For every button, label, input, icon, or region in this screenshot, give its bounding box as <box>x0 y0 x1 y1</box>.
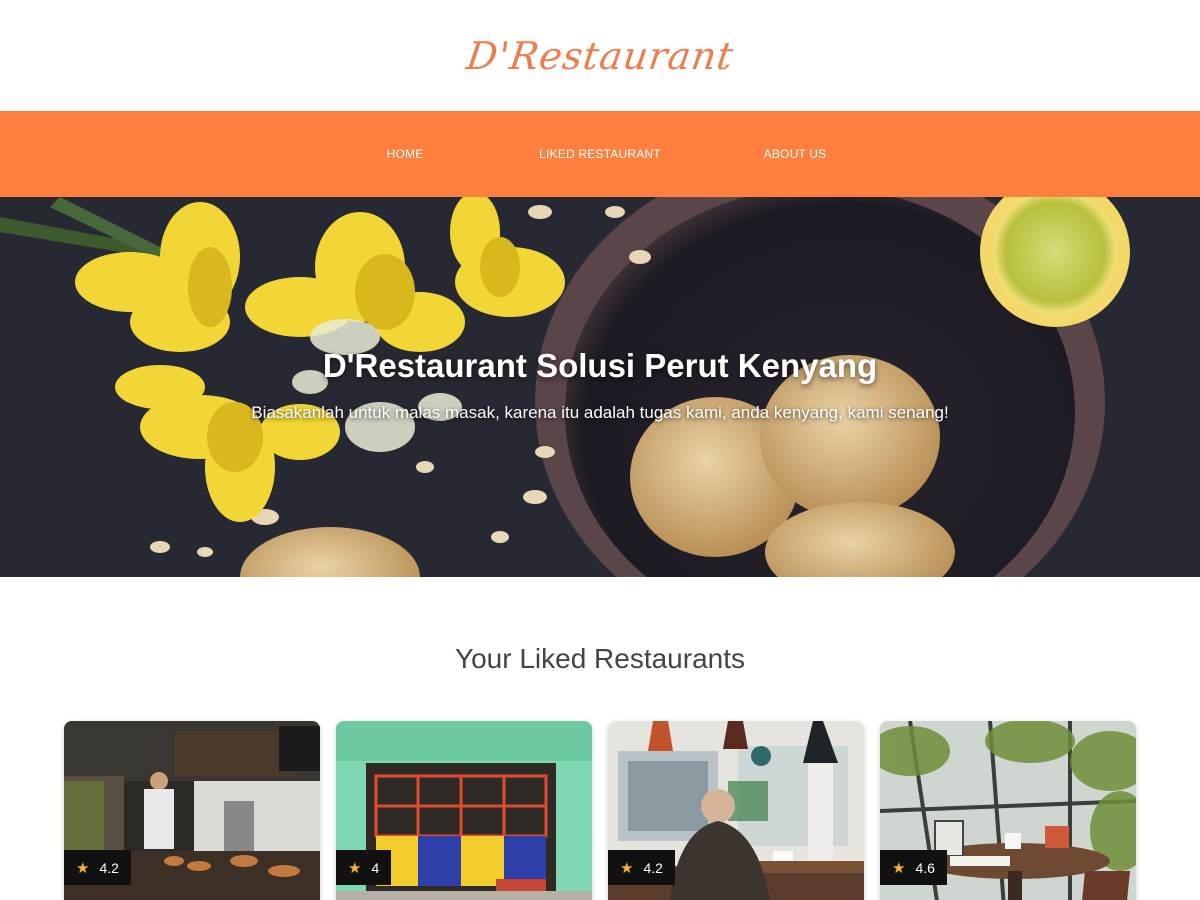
rating-value: 4.6 <box>915 859 935 876</box>
nav-list: HOME LIKED RESTAURANT ABOUT US <box>308 145 893 163</box>
hero-subtitle: Biasakanlah untuk malas masak, karena it… <box>251 403 949 422</box>
star-icon: ★ <box>620 859 634 877</box>
star-icon: ★ <box>892 859 906 877</box>
restaurant-card[interactable]: ★ 4.2 <box>64 721 320 900</box>
restaurant-card-list: ★ 4.2 ★ 4 ★ 4.2 ★ 4.6 <box>64 721 1136 900</box>
restaurant-card[interactable]: ★ 4.6 <box>880 721 1136 900</box>
rating-badge: ★ 4.2 <box>64 850 131 885</box>
rating-value: 4 <box>371 859 380 876</box>
rating-value: 4.2 <box>99 859 119 876</box>
nav-item-liked: LIKED RESTAURANT <box>503 145 698 163</box>
section-heading: Your Liked Restaurants <box>454 643 746 674</box>
restaurant-card[interactable]: ★ 4 <box>336 721 592 900</box>
hero-banner: D'Restaurant Solusi Perut Kenyang Biasak… <box>0 197 1200 577</box>
nav-link-about-us[interactable]: ABOUT US <box>764 147 827 161</box>
brand-logo[interactable]: D'Restaurant <box>464 34 737 78</box>
liked-restaurants-section: Your Liked Restaurants ★ 4.2 ★ 4 ★ 4.2 ★… <box>0 577 1200 900</box>
hero-text: D'Restaurant Solusi Perut Kenyang Biasak… <box>0 347 1200 423</box>
nav-item-about: ABOUT US <box>698 145 893 163</box>
nav-link-liked-restaurant[interactable]: LIKED RESTAURANT <box>539 147 661 161</box>
star-icon: ★ <box>348 859 362 877</box>
logo-header: D'Restaurant <box>0 0 1200 111</box>
star-icon: ★ <box>76 859 90 877</box>
hero-title: D'Restaurant Solusi Perut Kenyang <box>322 347 878 384</box>
rating-badge: ★ 4.2 <box>608 850 675 885</box>
nav-item-home: HOME <box>308 145 503 163</box>
restaurant-card[interactable]: ★ 4.2 <box>608 721 864 900</box>
nav-link-home[interactable]: HOME <box>387 147 424 161</box>
rating-badge: ★ 4 <box>336 850 392 885</box>
main-nav: HOME LIKED RESTAURANT ABOUT US <box>0 111 1200 197</box>
rating-value: 4.2 <box>643 859 663 876</box>
rating-badge: ★ 4.6 <box>880 850 947 885</box>
